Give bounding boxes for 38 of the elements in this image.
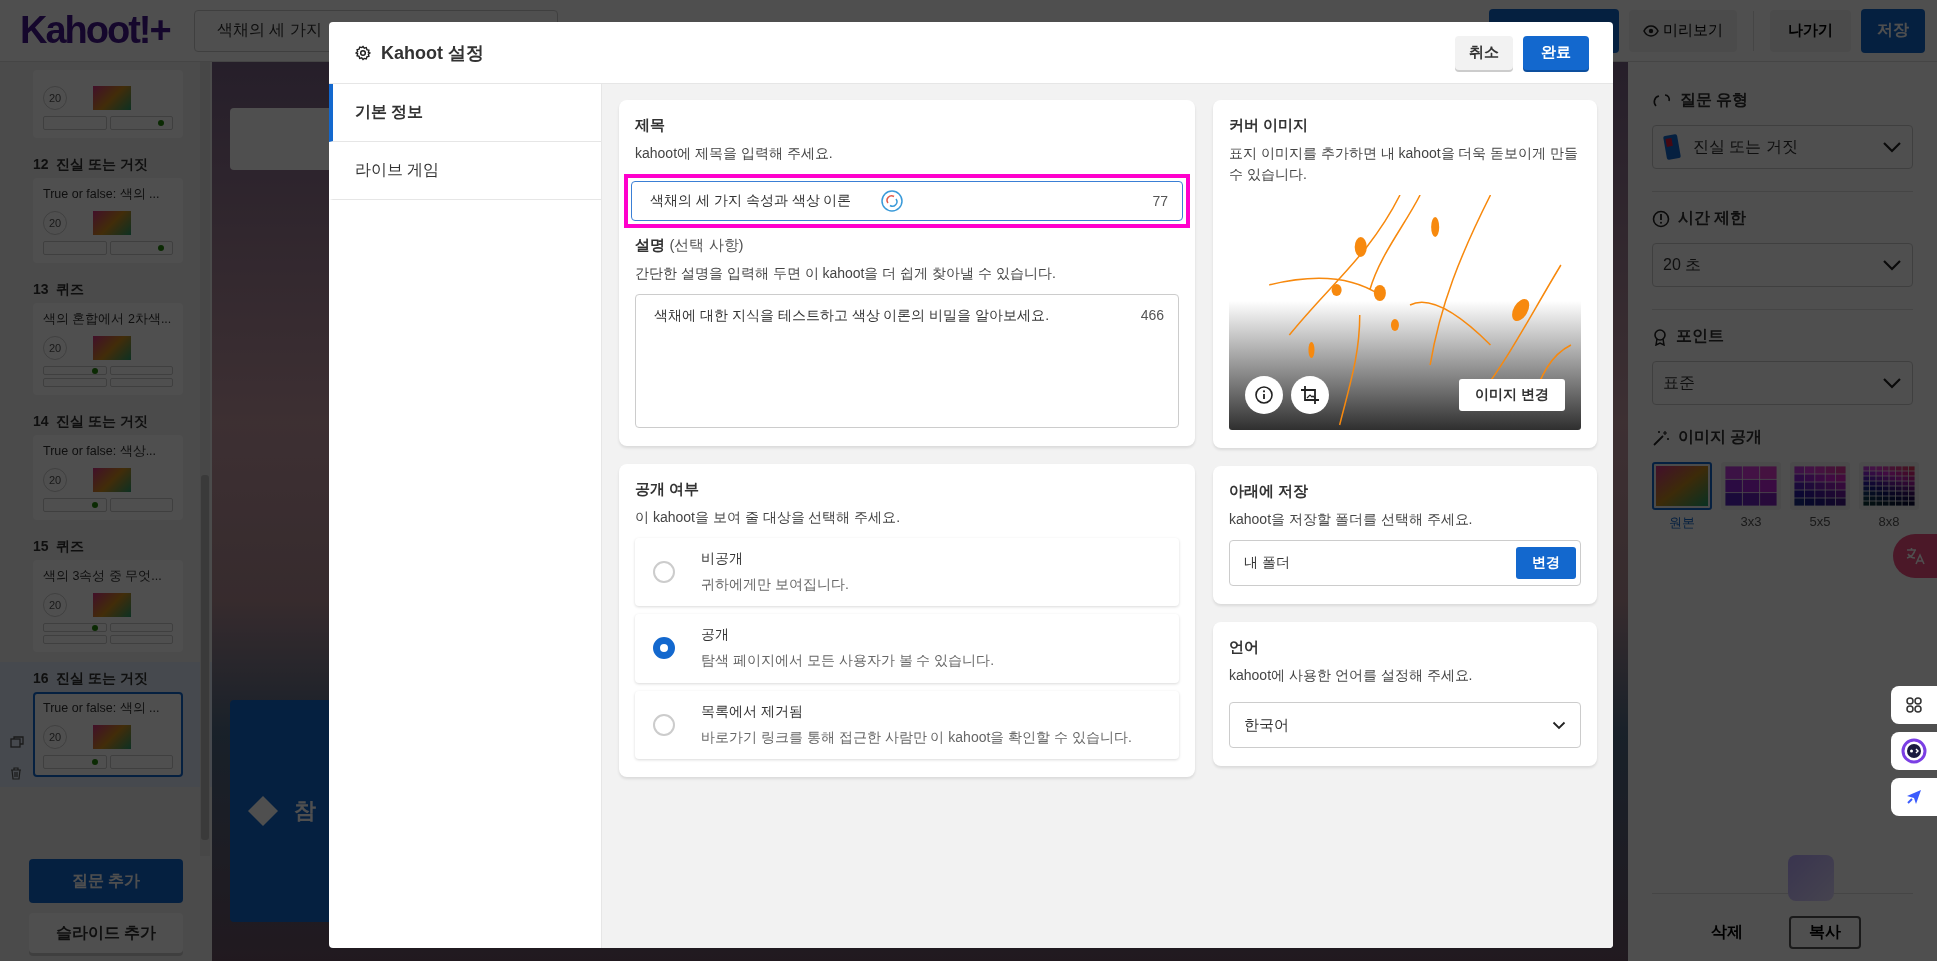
- section-hint: kahoot에 사용한 언어를 설정해 주세요.: [1229, 666, 1474, 685]
- option-label: 공개: [701, 626, 730, 645]
- section-label: 이미지 공개: [1678, 427, 1763, 447]
- section-heading: 공개 여부: [635, 480, 701, 499]
- option-description: 탐색 페이지에서 모든 사용자가 볼 수 있습니다.: [701, 651, 995, 671]
- slide-question: True or false: 색상...: [43, 443, 158, 460]
- section-hint: 이 kahoot을 보여 줄 대상을 선택해 주세요.: [635, 508, 902, 527]
- slide-question: True or false: 색의 ...: [43, 700, 161, 717]
- option-description: 바로가기 링크를 통해 접근한 사람만 이 kahoot을 확인할 수 있습니다.: [701, 727, 1132, 747]
- section-label: 포인트: [1676, 326, 1724, 346]
- section-heading: 설명: [635, 236, 665, 253]
- option-label: 비공개: [701, 550, 744, 568]
- section-label: 질문 유형: [1680, 90, 1749, 110]
- slide-question: 색의 3속성 중 무엇...: [43, 568, 163, 585]
- dialog-title: Kahoot 설정: [381, 41, 484, 65]
- section-hint: kahoot을 저장할 폴더를 선택해 주세요.: [1229, 510, 1474, 529]
- section-hint: kahoot에 제목을 입력해 주세요.: [635, 144, 834, 163]
- section-heading: 커버 이미지: [1229, 116, 1310, 135]
- section-label: 시간 제한: [1678, 208, 1747, 228]
- slide-question: True or false: 색의 ...: [43, 186, 161, 203]
- folder-name: 내 폴더: [1244, 554, 1291, 572]
- section-heading: 제목: [635, 116, 666, 135]
- section-heading: 아래에 저장: [1229, 482, 1310, 501]
- slide-label: 12 진실 또는 거짓: [33, 156, 150, 174]
- character-count: 466: [1140, 307, 1164, 323]
- section-hint: 간단한 설명을 입력해 두면 이 kahoot을 더 쉽게 찾아낼 수 있습니다.: [635, 264, 1057, 283]
- optional-label: (선택 사항): [669, 236, 744, 253]
- section-hint: 표지 이미지를 추가하면 내 kahoot을 더욱 돋보이게 만들 수 있습니다.: [1229, 144, 1580, 184]
- slide-label: 14 진실 또는 거짓: [33, 413, 150, 431]
- slide-label: 13 퀴즈: [33, 281, 86, 299]
- slide-label: 15 퀴즈: [33, 538, 86, 556]
- slide-question: 색의 혼합에서 2차색...: [43, 311, 173, 328]
- character-count: 77: [1152, 193, 1168, 209]
- answer-label: 참: [294, 797, 316, 825]
- option-label: 목록에서 제거됨: [701, 702, 804, 721]
- section-heading: 언어: [1229, 638, 1260, 657]
- option-description: 귀하에게만 보여집니다.: [701, 575, 849, 594]
- slide-label: 16 진실 또는 거짓: [33, 670, 150, 688]
